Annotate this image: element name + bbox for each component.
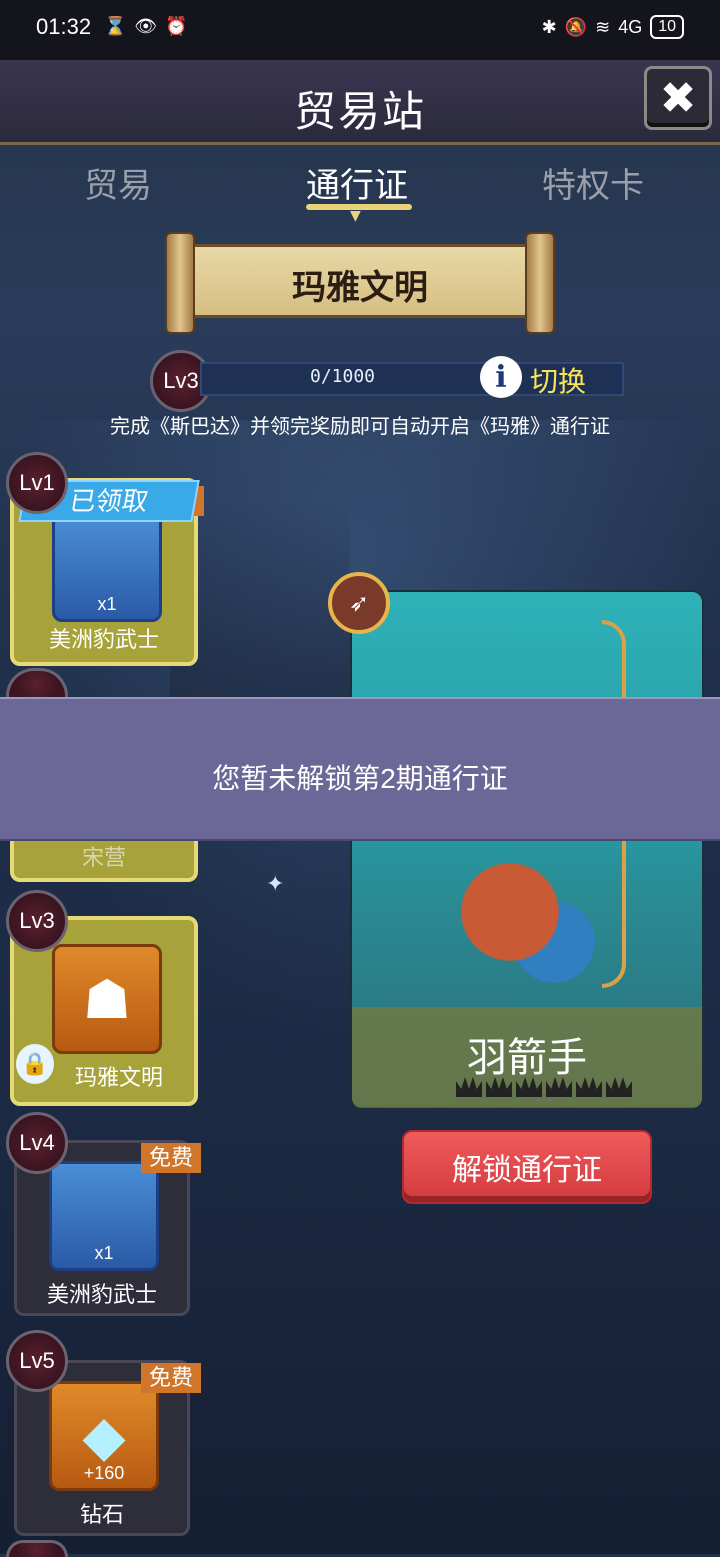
level-badge-lv3: Lv3 [6, 890, 68, 952]
jaguar-warrior-icon: x1 [52, 512, 162, 622]
free-tag: 免费 [140, 1143, 201, 1173]
close-icon: ✖ [659, 72, 697, 124]
maya-civilization-icon: ☗ [52, 944, 162, 1054]
level-badge-lv5: Lv5 [6, 1330, 68, 1392]
alarm-icon: ⏰ [165, 16, 188, 37]
switch-button[interactable]: 切换 [530, 360, 586, 400]
hero-sprite [422, 852, 642, 1002]
crown-icon [456, 1077, 482, 1097]
reward-qty: x1 [97, 594, 117, 614]
crown-icon [486, 1077, 512, 1097]
unlock-hint: 完成《斯巴达》并领完奖励即可自动开启《玛雅》通行证 [110, 416, 610, 438]
info-icon[interactable]: i [480, 356, 522, 398]
tab-pass[interactable]: 通行证 [306, 158, 408, 207]
tab-privilege-card[interactable]: 特权卡 [542, 158, 644, 207]
reward-name: 美洲豹武士 [46, 1282, 157, 1307]
tab-trade[interactable]: 贸易 [84, 158, 152, 207]
season-title: 玛雅文明 [292, 269, 428, 307]
eye-icon: 👁 [134, 16, 158, 37]
toast-message: 您暂未解锁第2期通行证 [0, 697, 720, 841]
wifi-icon: ≋ [595, 16, 611, 37]
title-bar: 贸易站 ✖ [0, 60, 720, 145]
progress-text: 0/1000 [310, 366, 376, 387]
hero-name: 羽箭手 [467, 1036, 587, 1080]
status-icons: ⌛ 👁 ⏰ [104, 16, 188, 37]
lock-icon: 🔒 [16, 1044, 54, 1084]
network-label: 4G [618, 16, 643, 37]
reward-name: 钻石 [79, 1502, 124, 1527]
hero-name-band: 羽箭手 [352, 1007, 702, 1107]
battery-icon: 10 [650, 15, 684, 39]
crown-icon [516, 1077, 542, 1097]
tab-bar: 贸易 通行证 特权卡 ▼ [0, 150, 720, 224]
mute-icon: 🔕 [564, 16, 588, 37]
season-banner: 玛雅文明 [165, 232, 555, 334]
crown-icon [546, 1077, 572, 1097]
reward-card-lv2[interactable]: 宋营 [10, 838, 198, 882]
bluetooth-icon: ✱ [541, 16, 557, 37]
crown-icon [606, 1077, 632, 1097]
unlock-pass-button[interactable]: 解锁通行证 [402, 1130, 652, 1204]
diamond-icon: ◆ +160 [49, 1381, 159, 1491]
hourglass-icon: ⌛ [104, 16, 127, 37]
caret-down-icon: ▼ [350, 208, 361, 224]
toast-text: 您暂未解锁第2期通行证 [212, 763, 508, 794]
mask-icon: ☗ [82, 967, 132, 1031]
close-button[interactable]: ✖ [644, 66, 712, 130]
level-badge-lv6 [6, 1540, 68, 1557]
level-badge-lv4: Lv4 [6, 1112, 68, 1174]
level-badge-lv1: Lv1 [6, 452, 68, 514]
archer-class-icon: ➶ [328, 572, 390, 634]
hero-preview[interactable]: 羽箭手 [350, 590, 704, 1110]
reward-qty: +160 [83, 1463, 125, 1483]
pass-progress: Lv3 0/1000 i 切换 [150, 350, 624, 412]
crown-icon [576, 1077, 602, 1097]
status-time: 01:32 [36, 14, 92, 39]
free-tag: 免费 [140, 1363, 201, 1393]
sparkle-icon: ✦ [266, 872, 285, 897]
hero-star-rating [456, 1077, 632, 1097]
reward-qty: x1 [94, 1243, 114, 1263]
jaguar-warrior-icon: x1 [49, 1161, 159, 1271]
reward-name: 宋营 [81, 845, 126, 870]
status-bar: 01:32 ⌛ 👁 ⏰ ✱ 🔕 ≋ 4G 10 [0, 0, 720, 60]
gem-icon: ◆ [82, 1403, 126, 1469]
page-title: 贸易站 [293, 88, 426, 135]
status-right: ✱ 🔕 ≋ 4G 10 [542, 15, 684, 39]
reward-name: 美洲豹武士 [48, 627, 159, 652]
reward-name: 玛雅文明 [74, 1065, 163, 1090]
